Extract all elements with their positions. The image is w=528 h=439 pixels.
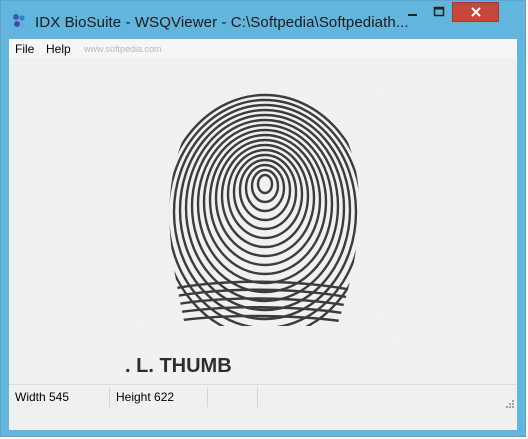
fingerprint-image: . L. THUMB — [119, 66, 403, 384]
app-icon[interactable] — [11, 13, 27, 29]
minimize-icon — [408, 14, 417, 16]
maximize-button[interactable] — [426, 2, 452, 22]
status-bar: Width 545 Height 622 — [9, 384, 517, 411]
close-icon — [470, 7, 481, 17]
close-button[interactable] — [452, 2, 499, 22]
status-width: Width 545 — [9, 387, 110, 407]
image-caption: . L. THUMB — [125, 355, 232, 377]
menu-bar: File Help www.softpedia.com — [9, 39, 517, 58]
title-bar[interactable]: IDX BioSuite - WSQViewer - C:\Softpedia\… — [1, 1, 525, 39]
app-window: IDX BioSuite - WSQViewer - C:\Softpedia\… — [0, 0, 526, 437]
maximize-icon — [433, 6, 445, 17]
menu-help[interactable]: Help — [46, 42, 71, 56]
window-title: IDX BioSuite - WSQViewer - C:\Softpedia\… — [35, 14, 409, 31]
minimize-button[interactable] — [400, 2, 426, 22]
status-extra — [208, 387, 258, 407]
watermark-text: www.softpedia.com — [84, 44, 162, 54]
image-viewport[interactable]: . L. THUMB — [9, 58, 517, 384]
client-area: File Help www.softpedia.com . L. THUMB W… — [9, 39, 517, 430]
status-height: Height 622 — [110, 387, 208, 407]
resize-grip-icon[interactable] — [504, 398, 514, 408]
menu-file[interactable]: File — [15, 42, 34, 56]
